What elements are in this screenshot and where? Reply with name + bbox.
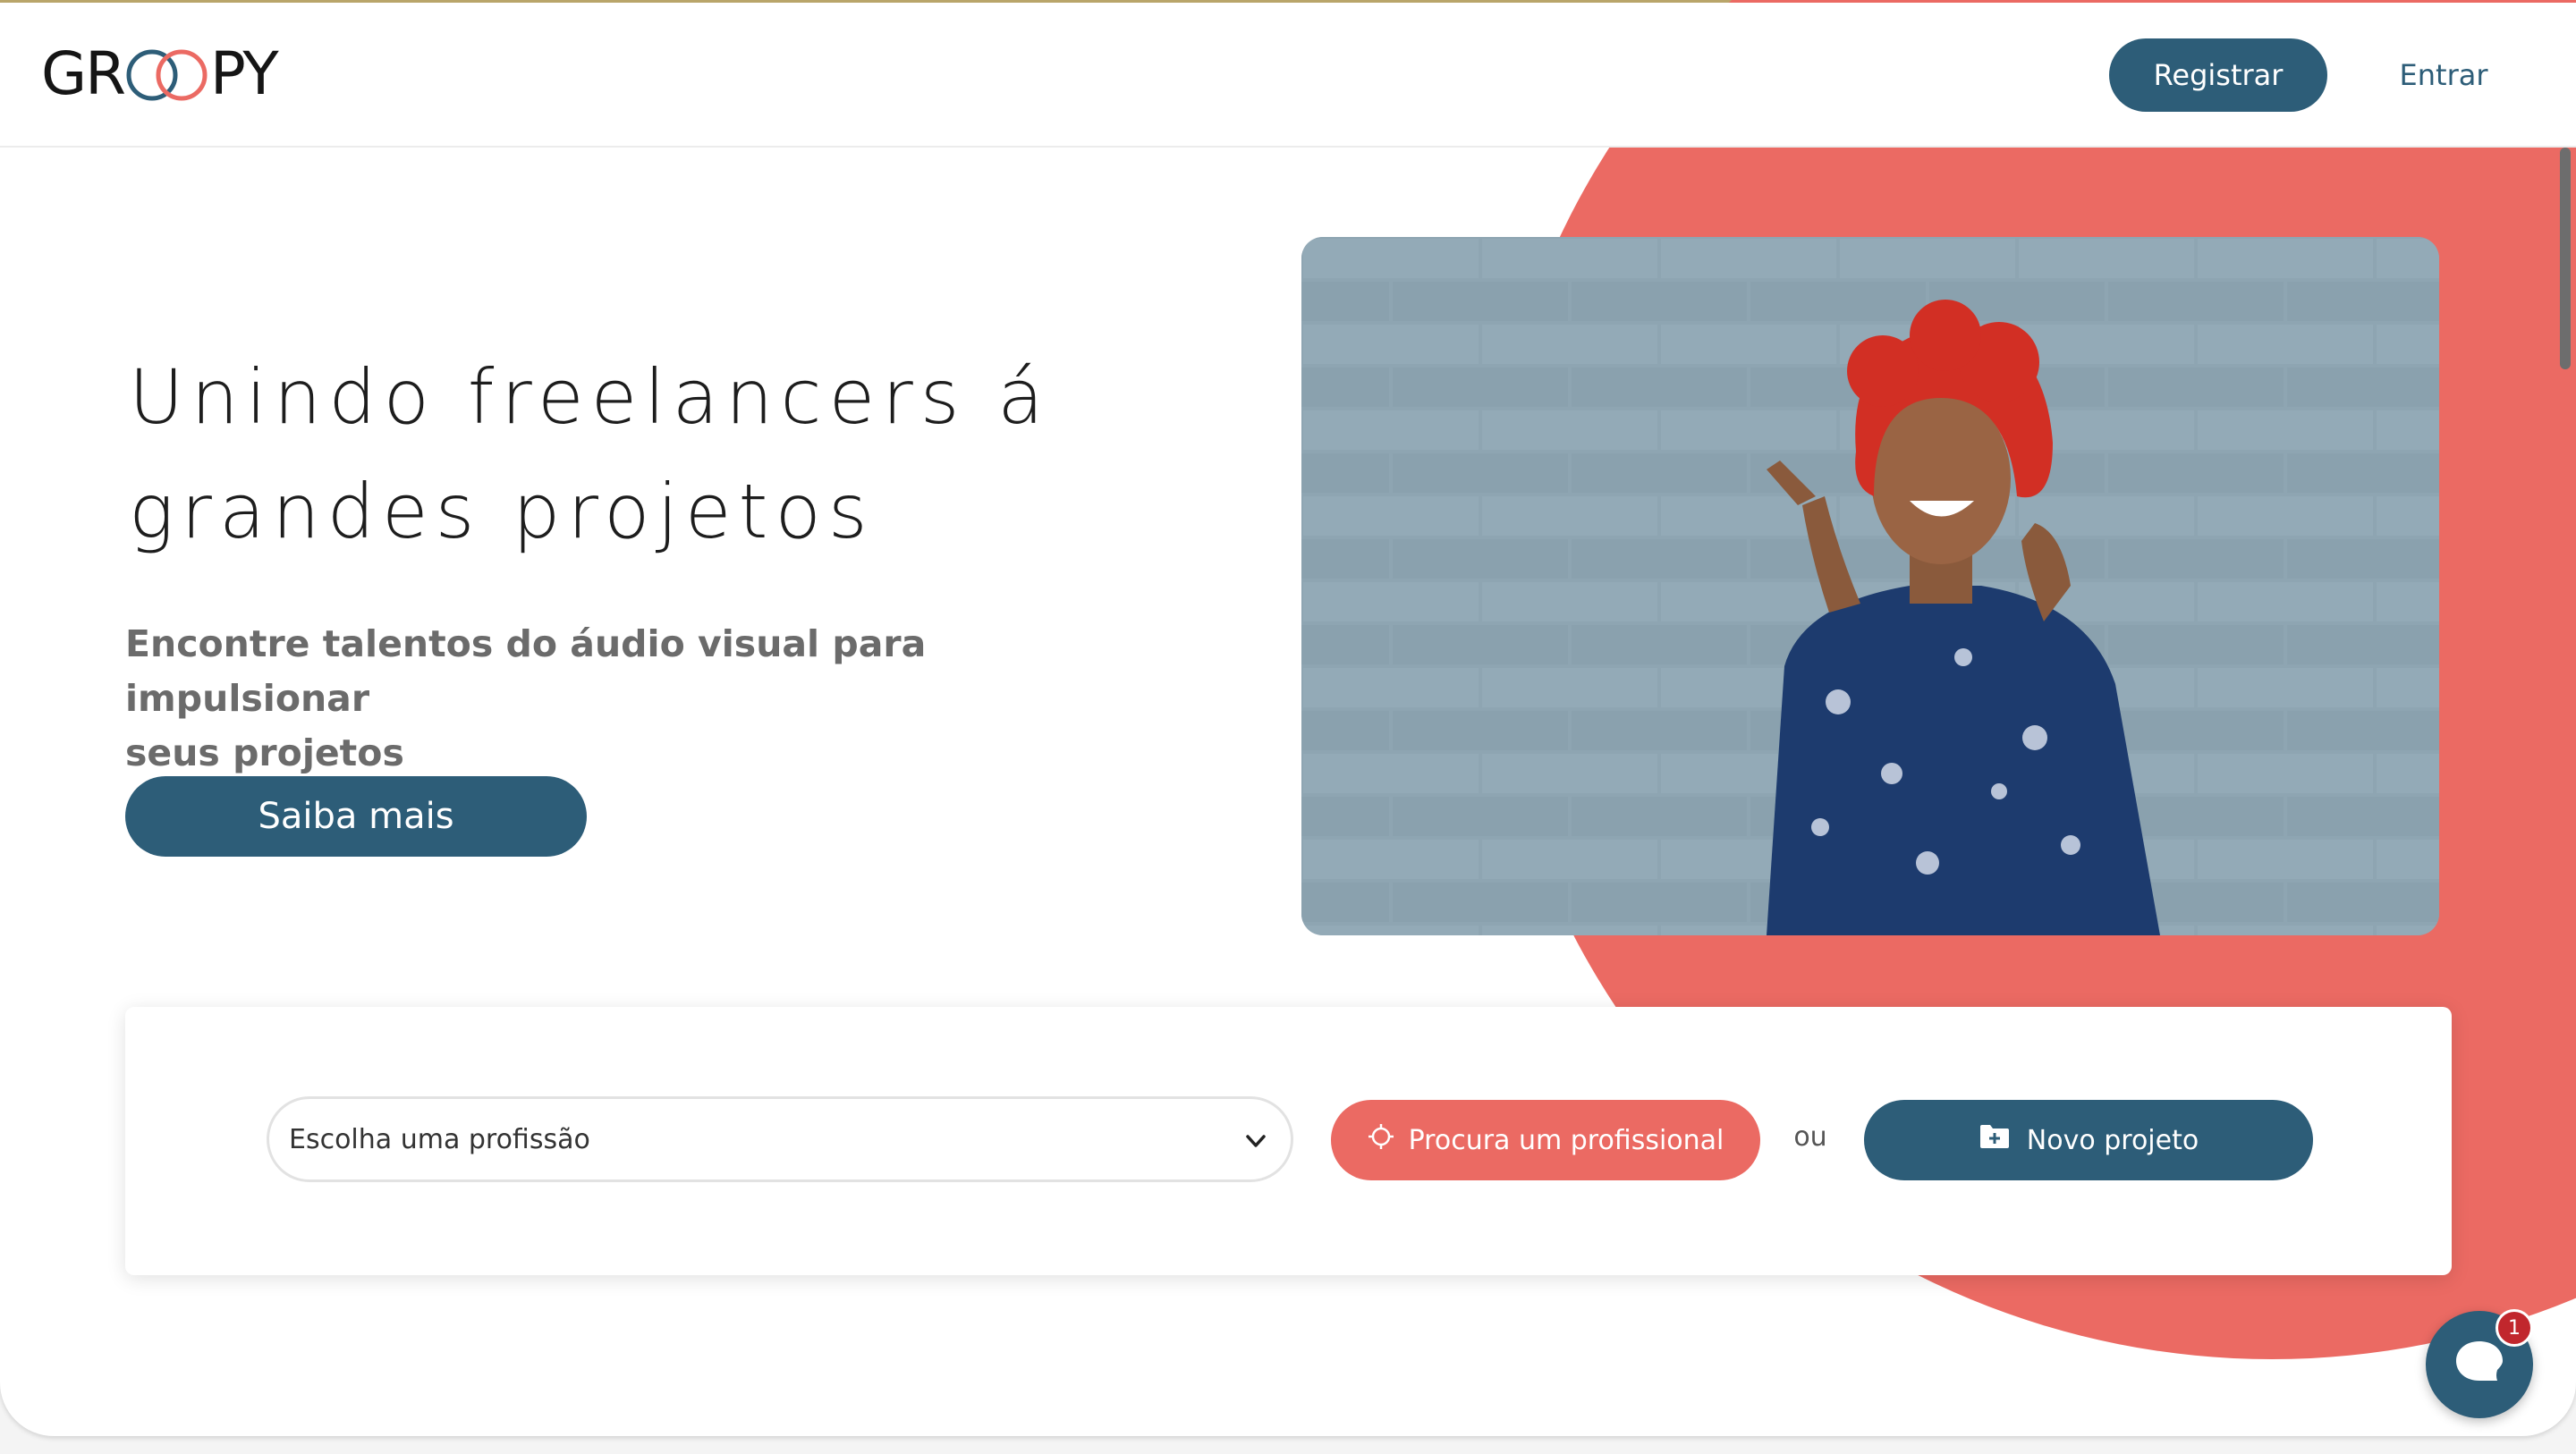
profession-select[interactable]: Escolha uma profissão bbox=[267, 1096, 1293, 1182]
find-professional-button[interactable]: Procura um profissional bbox=[1331, 1100, 1760, 1180]
hero-photo bbox=[1301, 237, 2439, 935]
hero-subtitle: Encontre talentos do áudio visual para i… bbox=[125, 617, 1118, 781]
site-header: GR PY Registrar Entrar bbox=[0, 3, 2576, 148]
login-link[interactable]: Entrar bbox=[2397, 38, 2490, 112]
groopy-logo[interactable]: GR PY bbox=[41, 38, 279, 108]
or-separator: ou bbox=[1793, 1121, 1827, 1153]
chevron-down-icon bbox=[1242, 1128, 1269, 1162]
scrollbar-thumb[interactable] bbox=[2560, 148, 2571, 369]
learn-more-button[interactable]: Saiba mais bbox=[125, 776, 587, 857]
register-button[interactable]: Registrar bbox=[2109, 38, 2327, 112]
hero-subtitle-line-1: Encontre talentos do áudio visual para i… bbox=[125, 622, 927, 720]
chat-bubble-icon bbox=[2451, 1334, 2508, 1396]
profession-select-value: Escolha uma profissão bbox=[289, 1123, 590, 1155]
logo-text-left: GR bbox=[41, 38, 126, 108]
hero-subtitle-line-2: seus projetos bbox=[125, 731, 404, 774]
hero-title: Unindo freelancers á grandes projetos bbox=[129, 340, 1202, 569]
new-project-button[interactable]: Novo projeto bbox=[1864, 1100, 2313, 1180]
new-project-label: Novo projeto bbox=[2026, 1124, 2199, 1156]
find-professional-label: Procura um profissional bbox=[1408, 1124, 1724, 1156]
logo-rings-icon bbox=[123, 42, 212, 105]
search-panel: Escolha uma profissão Procura um profiss… bbox=[125, 1007, 2452, 1275]
hero-photo-illustration bbox=[1301, 237, 2439, 935]
crosshair-icon bbox=[1368, 1123, 1394, 1157]
chat-notification-badge: 1 bbox=[2496, 1309, 2533, 1347]
folder-plus-icon bbox=[1979, 1123, 2011, 1157]
page: GR PY Registrar Entrar Unindo freelancer… bbox=[0, 0, 2576, 1436]
hero-title-line-1: Unindo freelancers á bbox=[129, 353, 1051, 441]
hero-title-line-2: grandes projetos bbox=[129, 468, 875, 555]
logo-text-right: PY bbox=[210, 38, 279, 108]
